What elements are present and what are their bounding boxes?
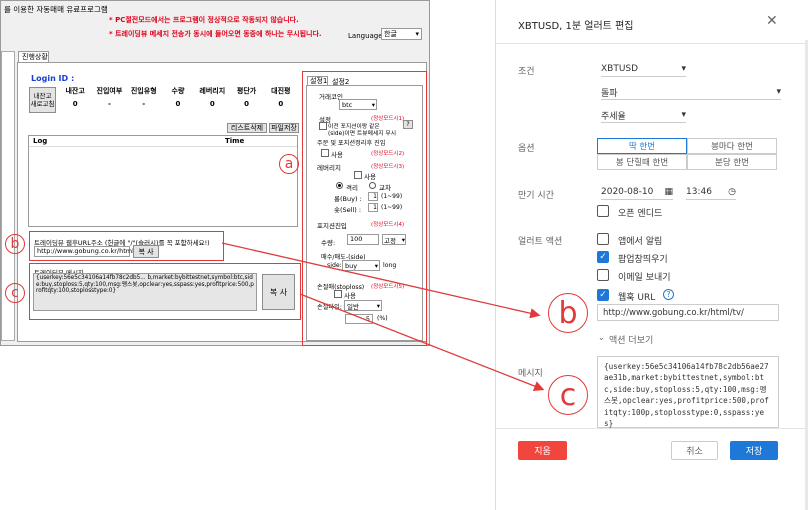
annotation-b-large: b — [548, 293, 588, 333]
annotation-c-large: c — [548, 375, 588, 415]
annotation-arrows — [221, 242, 545, 391]
arrow-b — [221, 242, 541, 319]
